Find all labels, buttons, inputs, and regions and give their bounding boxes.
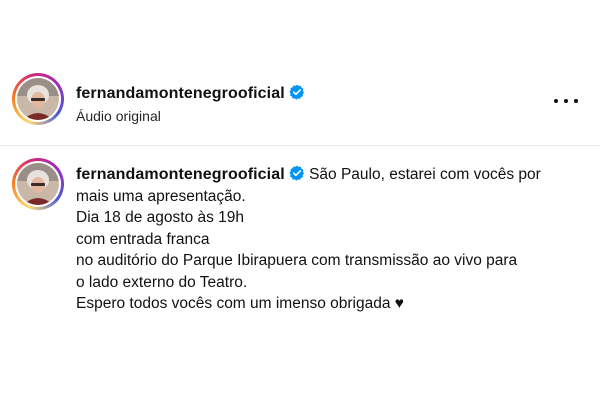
caption-line: no auditório do Parque Ibirapuera com tr… bbox=[76, 252, 518, 269]
verified-badge-icon bbox=[289, 84, 304, 100]
caption-line: Espero todos vocês com um imenso obrigad… bbox=[76, 295, 404, 312]
post-header: fernandamontenegrooficial Áudio original bbox=[0, 60, 600, 140]
avatar[interactable] bbox=[17, 78, 59, 120]
story-ring[interactable] bbox=[12, 73, 64, 125]
story-ring[interactable] bbox=[12, 158, 64, 210]
more-options-icon[interactable] bbox=[554, 94, 578, 108]
caption-line: mais uma apresentação. bbox=[76, 187, 246, 205]
caption-username[interactable]: fernandamontenegrooficial bbox=[76, 166, 285, 183]
caption-line: Dia 18 de agosto às 19h bbox=[76, 209, 245, 226]
audio-label[interactable]: Áudio original bbox=[76, 108, 161, 124]
verified-badge-icon bbox=[289, 165, 304, 181]
caption-line: São Paulo, estarei com vocês por bbox=[309, 166, 541, 183]
caption-text: fernandamontenegrooficial São Paulo, est… bbox=[76, 164, 586, 315]
caption-line: o lado externo do Teatro. bbox=[76, 273, 248, 291]
header-username[interactable]: fernandamontenegrooficial bbox=[76, 84, 305, 103]
caption-line: com entrada franca bbox=[76, 230, 210, 248]
avatar[interactable] bbox=[17, 163, 59, 205]
post-panel: fernandamontenegrooficial Áudio original bbox=[0, 0, 600, 400]
divider bbox=[0, 145, 600, 146]
